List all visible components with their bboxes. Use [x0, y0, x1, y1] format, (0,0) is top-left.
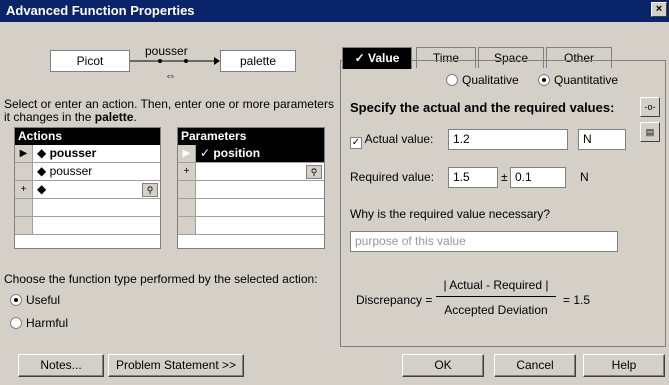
action-cell[interactable]: ◆ pousser: [37, 146, 96, 160]
required-unit-label: N: [580, 170, 589, 184]
row-selector[interactable]: +: [178, 163, 196, 180]
table-row[interactable]: + ⚲: [178, 163, 324, 181]
actual-value-checkbox[interactable]: ✓ Actual value:: [350, 132, 433, 149]
purpose-field[interactable]: purpose of this value: [350, 231, 618, 252]
action-cell[interactable]: ◆: [37, 182, 46, 196]
dialog-window: Advanced Function Properties × Picot pou…: [0, 0, 669, 385]
window-title: Advanced Function Properties: [6, 3, 195, 18]
harmful-radio[interactable]: Harmful: [10, 316, 68, 330]
connector-icon[interactable]: -o-: [640, 97, 660, 117]
checkbox-check-icon: ✓: [350, 137, 362, 149]
help-button[interactable]: Help: [583, 354, 665, 377]
actions-header: Actions: [15, 128, 160, 145]
ok-button[interactable]: OK: [402, 354, 484, 377]
parameters-grid: Parameters ▶ ✓ position + ⚲: [177, 127, 325, 249]
check-icon: ✓: [200, 146, 211, 160]
parameter-cell[interactable]: ✓ position: [200, 146, 260, 160]
object-box[interactable]: palette: [220, 50, 296, 72]
lookup-icon[interactable]: ⚲: [142, 183, 158, 197]
lookup-icon[interactable]: ⚲: [306, 165, 322, 179]
document-icon[interactable]: ▤: [640, 122, 660, 142]
instructions-line1: Select or enter an action. Then, enter o…: [4, 97, 334, 111]
quantitative-radio[interactable]: Quantitative: [538, 73, 618, 87]
tab-value[interactable]: ✓ Value: [342, 47, 412, 69]
required-value-label: Required value:: [350, 170, 435, 184]
cancel-button[interactable]: Cancel: [494, 354, 576, 377]
close-button[interactable]: ×: [651, 2, 667, 17]
row-selector[interactable]: ▶: [178, 145, 196, 162]
discrepancy-label: Discrepancy =: [356, 293, 433, 307]
plus-minus-label: ±: [501, 170, 508, 184]
useful-radio[interactable]: Useful: [10, 293, 60, 307]
deviation-field[interactable]: 0.1: [510, 167, 566, 188]
qualitative-radio[interactable]: Qualitative: [446, 73, 519, 87]
diamond-icon: ◆: [37, 164, 47, 178]
required-value-field[interactable]: 1.5: [448, 167, 498, 188]
table-row[interactable]: + ◆ ⚲: [15, 181, 160, 199]
problem-statement-button[interactable]: Problem Statement >>: [108, 354, 244, 377]
row-selector[interactable]: ▶: [15, 145, 33, 162]
check-icon: ✓: [354, 51, 369, 65]
table-row[interactable]: [178, 199, 324, 217]
diamond-icon: ◆: [37, 182, 47, 196]
table-row[interactable]: [178, 217, 324, 235]
swap-icon[interactable]: ⇔: [165, 70, 176, 82]
parameters-header: Parameters: [178, 128, 324, 145]
discrepancy-denominator: Accepted Deviation: [444, 303, 548, 317]
table-row[interactable]: ▶ ◆ pousser: [15, 145, 160, 163]
subject-box[interactable]: Picot: [50, 50, 130, 72]
value-heading: Specify the actual and the required valu…: [350, 100, 615, 115]
discrepancy-numerator: | Actual - Required |: [443, 278, 549, 292]
table-row[interactable]: [15, 217, 160, 235]
action-cell[interactable]: ◆ pousser: [37, 164, 92, 178]
table-row[interactable]: ▶ ✓ position: [178, 145, 324, 163]
table-row[interactable]: ◆ pousser: [15, 163, 160, 181]
actual-value-field[interactable]: 1.2: [448, 129, 568, 150]
flow-arrow-icon: [130, 57, 220, 65]
table-row[interactable]: [15, 199, 160, 217]
diamond-icon: ◆: [37, 146, 47, 160]
table-row[interactable]: [178, 181, 324, 199]
discrepancy-result: = 1.5: [563, 293, 591, 307]
why-label: Why is the required value necessary?: [350, 207, 551, 221]
row-selector[interactable]: [15, 163, 33, 180]
actions-grid: Actions ▶ ◆ pousser ◆ pousser + ◆ ⚲: [14, 127, 161, 249]
title-bar: Advanced Function Properties ×: [0, 0, 669, 22]
notes-button[interactable]: Notes...: [18, 354, 104, 377]
function-type-label: Choose the function type performed by th…: [4, 272, 318, 286]
instructions-line2: it changes in the palette.: [4, 110, 137, 124]
row-selector[interactable]: +: [15, 181, 33, 198]
actual-unit-field[interactable]: N: [578, 129, 626, 150]
fraction-bar: [436, 296, 556, 297]
